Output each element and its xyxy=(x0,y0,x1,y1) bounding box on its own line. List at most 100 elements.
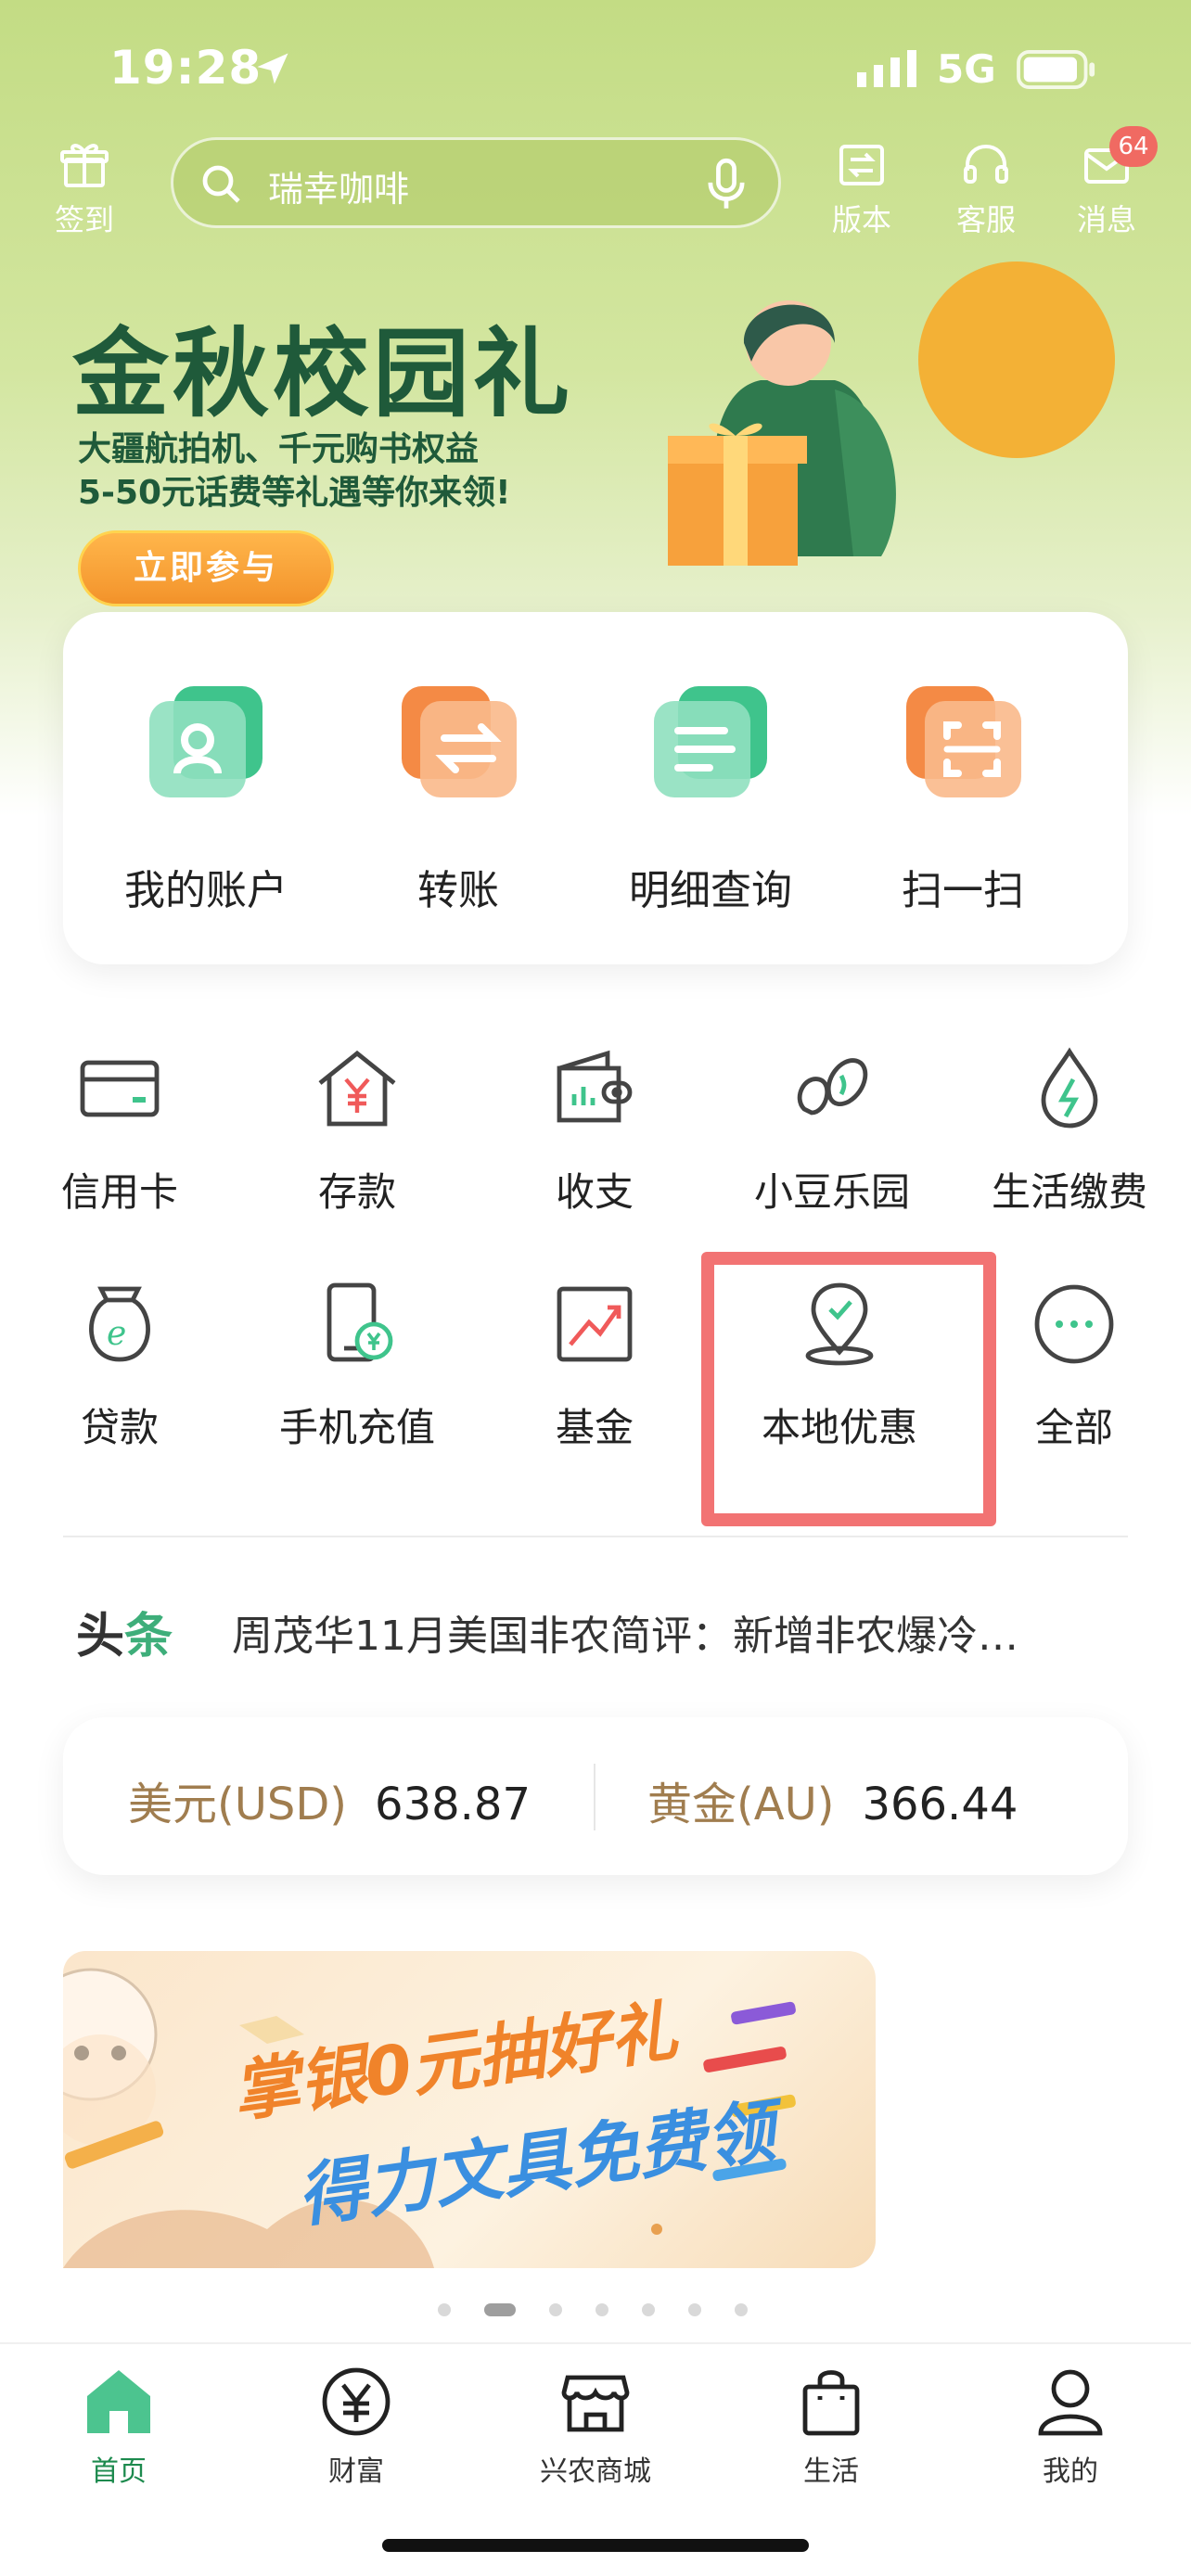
transfer-button[interactable]: 转账 xyxy=(347,670,570,916)
tab-life-label: 生活 xyxy=(803,2455,859,2488)
transaction-details-button[interactable]: 明细查询 xyxy=(599,670,822,916)
version-button[interactable]: 版本 xyxy=(811,139,913,241)
service-label: 手机充值 xyxy=(278,1405,435,1450)
divider xyxy=(63,1536,1128,1537)
loan-icon: e xyxy=(89,1286,150,1362)
location-arrow-icon xyxy=(257,53,288,84)
service-label: 客服 xyxy=(955,202,1016,237)
service-button[interactable]: 客服 xyxy=(935,139,1037,241)
quick-actions-card: 我的账户 转账 明细查询 扫一扫 xyxy=(63,612,1128,964)
messages-label: 消息 xyxy=(1076,202,1136,237)
wallet-icon xyxy=(557,1050,633,1123)
deposit-icon xyxy=(318,1050,396,1127)
service-fund[interactable]: 基金 xyxy=(475,1278,714,1453)
service-label: 生活缴费 xyxy=(991,1169,1147,1215)
service-phone-topup[interactable]: 手机充值 xyxy=(237,1278,477,1453)
version-label: 版本 xyxy=(831,202,891,237)
profile-icon xyxy=(1038,2369,1103,2436)
scan-button[interactable]: 扫一扫 xyxy=(852,670,1074,916)
carousel-dot[interactable] xyxy=(596,2303,608,2316)
bean-icon xyxy=(797,1058,868,1116)
usd-rate-value: 638.87 xyxy=(375,1779,531,1830)
search-placeholder: 瑞幸咖啡 xyxy=(268,169,410,210)
banner-subtitle-line1: 大疆航拍机、千元购书权益 xyxy=(78,430,480,468)
headline-tag[interactable]: 头条 xyxy=(76,1597,173,1666)
service-label: 贷款 xyxy=(80,1405,159,1450)
headset-icon xyxy=(964,144,1008,184)
service-credit-card[interactable]: 信用卡 xyxy=(0,1042,239,1218)
checkin-button[interactable]: 签到 xyxy=(33,139,135,241)
version-switch-icon xyxy=(839,145,884,185)
service-label: 收支 xyxy=(555,1169,634,1215)
user-icon xyxy=(149,686,263,797)
gold-rate-value: 366.44 xyxy=(862,1779,1018,1830)
gold-rate[interactable]: 黄金(AU) 366.44 xyxy=(647,1767,1018,1832)
carousel-dot[interactable] xyxy=(688,2303,701,2316)
home-icon xyxy=(87,2370,150,2433)
status-bar: 19:28 5G xyxy=(0,0,1191,139)
svg-text:e: e xyxy=(107,1315,126,1353)
utility-icon xyxy=(1041,1047,1098,1129)
transaction-details-label: 明细查询 xyxy=(629,867,792,914)
transfer-label: 转账 xyxy=(417,867,499,914)
search-icon xyxy=(202,165,240,203)
usd-rate[interactable]: 美元(USD) 638.87 xyxy=(128,1767,531,1832)
checkin-label: 签到 xyxy=(54,202,114,237)
promo-banner[interactable]: 掌银0元抽好礼 得力文具免费领 xyxy=(63,1951,876,2268)
carousel-dot[interactable] xyxy=(642,2303,655,2316)
status-time: 19:28 xyxy=(109,41,263,95)
tab-life[interactable]: 生活 xyxy=(738,2363,924,2489)
tab-home-label: 首页 xyxy=(91,2455,147,2488)
microphone-icon[interactable] xyxy=(702,157,750,212)
life-bag-icon xyxy=(802,2370,860,2436)
service-loan[interactable]: e 贷款 xyxy=(0,1278,239,1453)
highlight-annotation xyxy=(701,1252,996,1526)
service-label: 信用卡 xyxy=(60,1169,178,1215)
tab-profile[interactable]: 我的 xyxy=(978,2363,1163,2489)
tab-wealth[interactable]: 财富 xyxy=(263,2363,449,2489)
battery-icon xyxy=(1017,50,1095,89)
service-income-expense[interactable]: 收支 xyxy=(475,1042,714,1218)
my-account-button[interactable]: 我的账户 xyxy=(95,670,317,916)
gold-rate-name: 黄金(AU) xyxy=(647,1779,835,1830)
my-account-label: 我的账户 xyxy=(124,867,288,914)
mall-icon xyxy=(561,2375,630,2432)
tab-profile-label: 我的 xyxy=(1043,2455,1098,2488)
home-indicator[interactable] xyxy=(382,2539,809,2552)
tab-home[interactable]: 首页 xyxy=(26,2363,211,2489)
transfer-icon xyxy=(402,686,517,797)
tab-wealth-label: 财富 xyxy=(328,2455,384,2488)
gift-icon xyxy=(60,144,109,187)
more-icon xyxy=(1034,1284,1114,1364)
fund-icon xyxy=(557,1286,633,1362)
network-type: 5G xyxy=(937,46,996,92)
service-utility-payment[interactable]: 生活缴费 xyxy=(950,1042,1189,1218)
carousel-dot[interactable] xyxy=(549,2303,562,2316)
service-label: 基金 xyxy=(555,1405,634,1450)
tab-mall-label: 兴农商城 xyxy=(540,2455,651,2488)
service-bean-park[interactable]: 小豆乐园 xyxy=(712,1042,952,1218)
usd-rate-name: 美元(USD) xyxy=(128,1779,348,1830)
sun-illustration xyxy=(918,261,1115,458)
service-label: 存款 xyxy=(317,1169,396,1215)
banner-title: 金秋校园礼 xyxy=(72,317,574,430)
rate-separator xyxy=(594,1764,596,1830)
scan-label: 扫一扫 xyxy=(902,867,1024,914)
service-deposit[interactable]: 存款 xyxy=(237,1042,477,1218)
carousel-dot[interactable] xyxy=(438,2303,451,2316)
tab-mall[interactable]: 兴农商城 xyxy=(503,2363,688,2489)
carousel-dot-active[interactable] xyxy=(484,2303,516,2316)
headline-tag-first: 头 xyxy=(76,1609,125,1664)
scan-icon xyxy=(906,686,1021,797)
phone-topup-icon xyxy=(327,1282,393,1362)
messages-badge: 64 xyxy=(1109,126,1158,167)
carousel-dot[interactable] xyxy=(735,2303,748,2316)
exchange-rate-card[interactable]: 美元(USD) 638.87 黄金(AU) 366.44 xyxy=(63,1717,1128,1875)
search-input[interactable]: 瑞幸咖啡 xyxy=(171,137,781,228)
carousel-indicator xyxy=(0,2300,1191,2318)
headline-text[interactable]: 周茂华11月美国非农简评：新增非农爆冷… xyxy=(232,1602,1128,1662)
service-label: 小豆乐园 xyxy=(753,1169,910,1215)
join-now-button[interactable]: 立即参与 xyxy=(78,530,334,606)
banner-subtitle-line2: 5-50元话费等礼遇等你来领! xyxy=(78,474,511,512)
list-icon xyxy=(654,686,767,797)
